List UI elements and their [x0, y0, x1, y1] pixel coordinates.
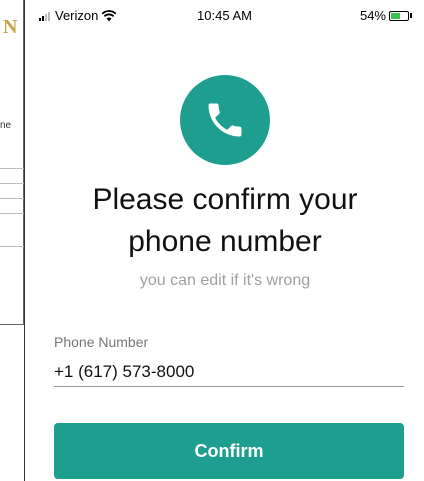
battery-level-fill [391, 12, 400, 19]
background-app-frame [0, 0, 24, 325]
battery-tip [410, 13, 412, 18]
title-line-2: phone number [128, 225, 322, 258]
phone-number-input[interactable] [54, 358, 404, 387]
status-bar: Verizon 10:45 AM 54% [25, 0, 424, 30]
title-line-1: Please confirm your [92, 183, 358, 216]
phone-number-label: Phone Number [54, 334, 149, 350]
battery-charging-icon [389, 10, 409, 21]
background-divider [0, 213, 24, 214]
background-text-fragment: ne [0, 120, 12, 131]
phone-handset-icon [180, 75, 270, 165]
background-logo-fragment: N [3, 16, 18, 38]
battery-percent: 54% [359, 8, 386, 23]
background-divider [0, 183, 24, 184]
subtitle: you can edit if it's wrong [139, 272, 311, 289]
confirm-button[interactable]: Confirm [54, 423, 404, 479]
status-right: 54% [360, 8, 412, 23]
background-divider [0, 246, 24, 247]
background-divider [0, 168, 24, 169]
confirm-phone-sheet: Verizon 10:45 AM 54% Please confirm your… [24, 0, 424, 481]
background-divider [0, 198, 24, 199]
